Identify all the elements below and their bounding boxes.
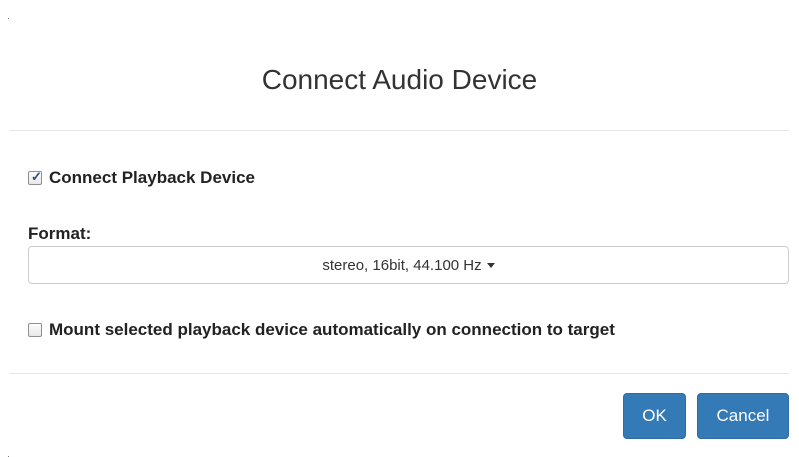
dialog-header: Connect Audio Device	[0, 0, 799, 130]
dialog-title: Connect Audio Device	[261, 64, 538, 95]
cancel-button[interactable]: Cancel	[697, 393, 789, 439]
footer-divider	[10, 373, 789, 374]
checkmark-icon: ✓	[31, 169, 42, 184]
connect-playback-label: Connect Playback Device	[49, 168, 255, 187]
mount-automatically-option[interactable]: Mount selected playback device automatic…	[28, 320, 615, 340]
format-label: Format:	[28, 224, 92, 243]
connect-playback-option[interactable]: ✓ Connect Playback Device	[28, 168, 255, 188]
header-divider	[10, 130, 789, 131]
format-select[interactable]: stereo, 16bit, 44.100 Hz	[28, 246, 789, 284]
caret-down-icon	[486, 262, 495, 268]
connect-audio-device-dialog: Connect Audio Device ✓ Connect Playback …	[0, 0, 799, 457]
mount-automatically-checkbox[interactable]	[28, 323, 42, 337]
ok-button[interactable]: OK	[623, 393, 686, 439]
connect-playback-checkbox[interactable]: ✓	[28, 169, 42, 185]
format-selected-value: stereo, 16bit, 44.100 Hz	[322, 256, 482, 274]
mount-automatically-label: Mount selected playback device automatic…	[49, 320, 615, 339]
